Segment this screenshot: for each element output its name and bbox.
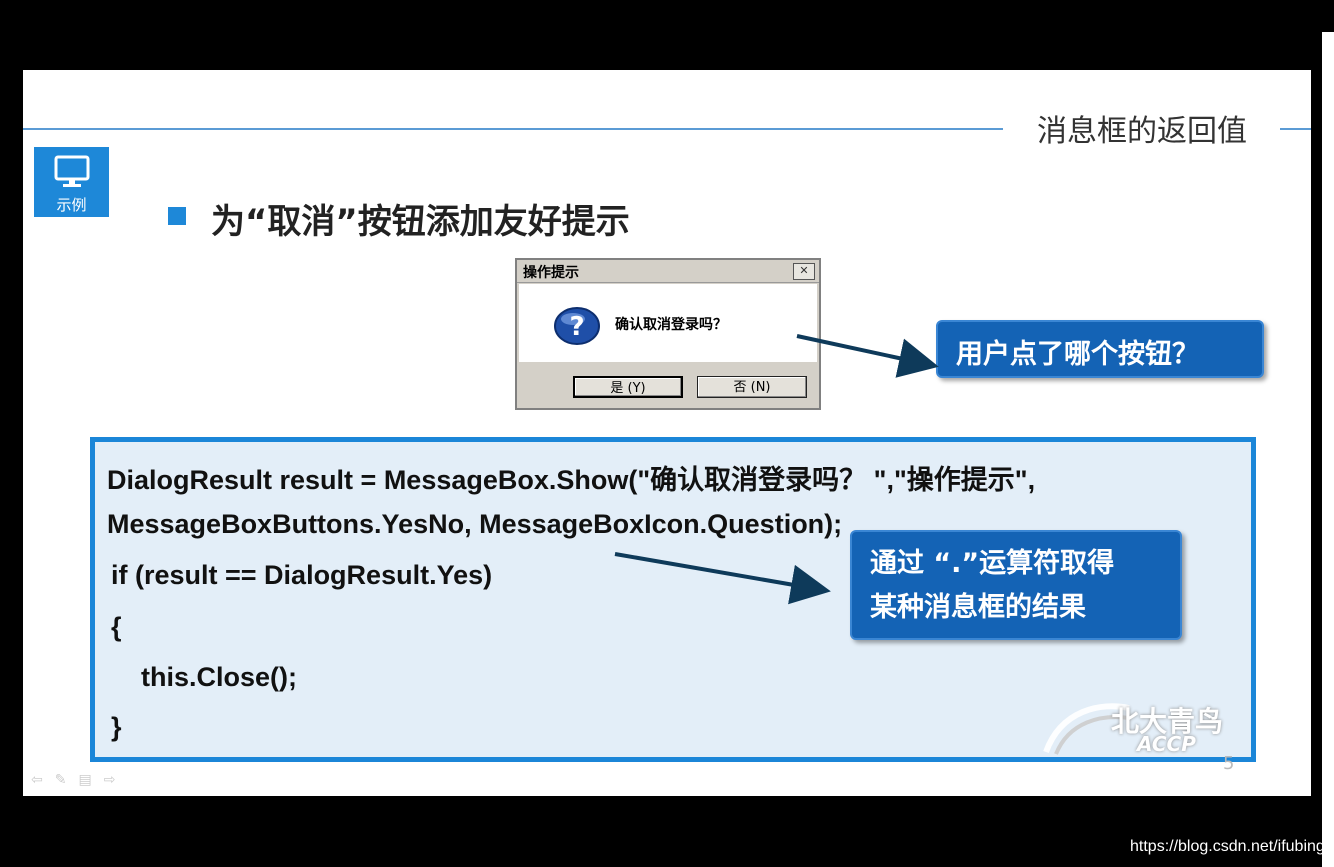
- arrow-to-button-callout: [796, 334, 939, 378]
- accp-logo: 北大青鸟 ACCP: [1041, 698, 1255, 760]
- menu-icon[interactable]: ▤: [78, 772, 103, 788]
- next-arrow-icon[interactable]: ⇨: [104, 772, 128, 788]
- browser-edge: [1322, 32, 1334, 867]
- slide-nav-controls: ⇦✎▤⇨: [31, 772, 127, 788]
- arrows-overlay: [614, 334, 939, 605]
- source-url: https://blog.csdn.net/ifubing: [1130, 838, 1325, 855]
- page-number: 5: [1223, 753, 1235, 774]
- pen-icon[interactable]: ✎: [55, 772, 79, 788]
- arrow-to-operator-callout: [614, 552, 831, 605]
- prev-arrow-icon[interactable]: ⇦: [31, 772, 55, 788]
- watermark-en: ACCP: [1137, 732, 1196, 756]
- slide: 消息框的返回值 示例 为“取消”按钮添加友好提示 操作提示 ✕ ? 确认取消登录…: [23, 70, 1311, 796]
